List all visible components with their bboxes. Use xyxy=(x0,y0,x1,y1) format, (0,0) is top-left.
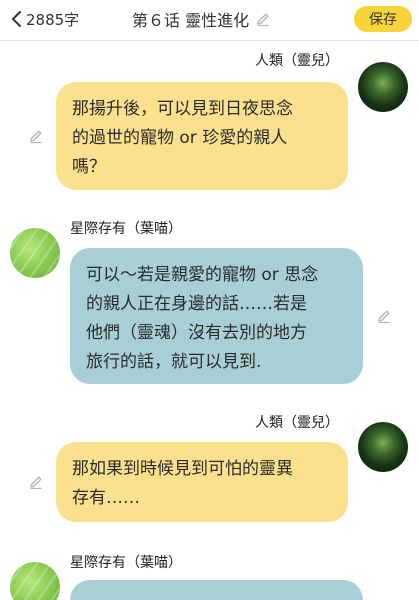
top-bar: 2885字 第６话 靈性進化 保存 xyxy=(0,0,419,40)
avatar[interactable] xyxy=(358,62,408,112)
chat-bubble[interactable]: 那揚升後，可以見到日夜思念 的過世的寵物 or 珍愛的親人 嗎？ xyxy=(56,82,348,190)
pencil-icon[interactable] xyxy=(28,128,44,144)
chat-editor-screen: 2885字 第６话 靈性進化 保存 人類（靈兒） 那揚升後，可以見到日夜思念 的… xyxy=(0,0,419,600)
save-button[interactable]: 保存 xyxy=(354,6,412,32)
avatar[interactable] xyxy=(358,422,408,472)
avatar[interactable] xyxy=(10,228,60,278)
page-title: 第６话 靈性進化 xyxy=(132,11,250,30)
chevron-left-icon xyxy=(12,11,21,27)
header-divider xyxy=(0,40,419,41)
chat-bubble[interactable] xyxy=(70,580,363,600)
avatar[interactable] xyxy=(10,562,60,600)
back-button[interactable]: 2885字 xyxy=(10,8,79,30)
word-count: 2885字 xyxy=(26,10,80,29)
title-area[interactable]: 第６话 靈性進化 xyxy=(132,8,271,30)
speaker-name: 星際存有（葉喵） xyxy=(70,555,182,571)
pencil-icon[interactable] xyxy=(28,474,44,490)
speaker-name: 星際存有（葉喵） xyxy=(70,221,182,237)
chat-bubble[interactable]: 那如果到時候見到可怕的靈異 存有…… xyxy=(56,442,348,522)
speaker-name: 人類（靈兒） xyxy=(255,415,339,431)
speaker-name: 人類（靈兒） xyxy=(255,53,339,69)
pencil-icon[interactable] xyxy=(376,308,392,324)
chat-bubble[interactable]: 可以～若是親愛的寵物 or 思念 的親人正在身邊的話……若是 他們（靈魂）沒有去… xyxy=(70,248,363,384)
pencil-icon[interactable] xyxy=(255,11,271,27)
